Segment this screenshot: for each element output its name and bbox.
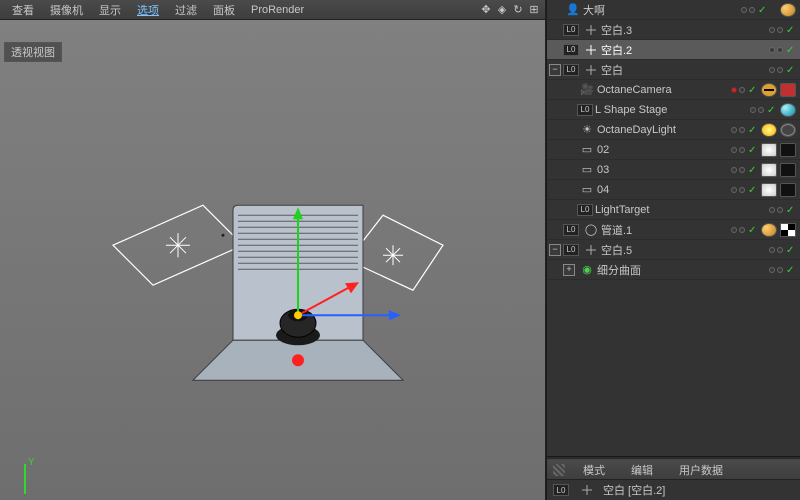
viewport-nav-icons: ✥ ◈ ↻ ⊞ [479,3,541,17]
null-icon [584,63,598,77]
null-icon [584,243,598,257]
tree-row[interactable]: L0 LightTarget ✓ [547,200,800,220]
nav-maximize-icon[interactable]: ⊞ [527,3,541,17]
menu-panel[interactable]: 面板 [205,0,243,20]
tree-row[interactable]: ▭ 02 ✓ [547,140,800,160]
material-tag-icon[interactable] [761,163,777,177]
tree-row[interactable]: − L0 空白.5 ✓ [547,240,800,260]
plane-icon: ▭ [580,143,594,157]
menu-camera[interactable]: 摄像机 [42,0,91,20]
nav-rotate-icon[interactable]: ↻ [511,3,525,17]
attribute-object-row: L0 空白 [空白.2] [547,480,800,500]
octane-camera-tag-icon[interactable] [780,83,796,97]
material-tag-icon[interactable] [761,143,777,157]
tree-row[interactable]: − L0 空白 ✓ [547,60,800,80]
sds-icon: ◉ [580,263,594,277]
protection-tag-icon[interactable] [761,83,777,97]
tree-row[interactable]: ▭ 03 ✓ [547,160,800,180]
attr-userdata[interactable]: 用户数据 [671,460,731,480]
tube-icon: ◯ [584,223,598,237]
material-tag-icon[interactable] [780,103,796,117]
expand-icon[interactable]: + [563,264,575,276]
nav-zoom-icon[interactable]: ◈ [495,3,509,17]
tree-row[interactable]: L0 L Shape Stage ✓ [547,100,800,120]
layer-badge: L0 [577,104,593,116]
layer-badge: L0 [563,244,579,256]
tree-row[interactable]: ☀ OctaneDayLight ✓ [547,120,800,140]
scene-gizmo [83,135,463,395]
axis-indicator: Y [6,454,46,494]
menu-filter[interactable]: 过滤 [167,0,205,20]
menu-options[interactable]: 选项 [129,0,167,20]
tree-row-selected[interactable]: L0 空白.2 ✓ [547,40,800,60]
viewport-label: 透视视图 [4,42,62,62]
viewport-pane: 查看 摄像机 显示 选项 过滤 面板 ProRender ✥ ◈ ↻ ⊞ 透视视… [0,0,546,500]
attr-edit[interactable]: 编辑 [623,460,661,480]
object-manager-panel: 👤 大啊 ✓ L0 空白.3 ✓ L0 空白.2 ✓ − L0 空白 ✓ [546,0,800,500]
tag-icon[interactable] [780,143,796,157]
layer-badge: L0 [563,44,579,56]
material-tag-icon[interactable] [761,223,777,237]
material-tag-icon[interactable] [780,3,796,17]
grip-icon[interactable] [553,464,565,476]
viewport-menu-bar: 查看 摄像机 显示 选项 过滤 面板 ProRender ✥ ◈ ↻ ⊞ [0,0,545,20]
tag-icon[interactable] [780,163,796,177]
tree-row[interactable]: L0 空白.3 ✓ [547,20,800,40]
camera-icon: 🎥 [580,83,594,97]
viewport-3d[interactable]: 透视视图 [0,20,545,500]
null-icon [584,23,598,37]
gear-tag-icon[interactable] [780,123,796,137]
tree-row[interactable]: L0 ◯ 管道.1 ✓ [547,220,800,240]
material-tag-icon[interactable] [761,183,777,197]
menu-view[interactable]: 查看 [4,0,42,20]
layer-badge: L0 [563,24,579,36]
collapse-icon[interactable]: − [549,244,561,256]
menu-renderer[interactable]: ProRender [243,2,312,18]
tag-icon[interactable] [780,183,796,197]
attribute-menu-bar: 模式 编辑 用户数据 [547,460,800,480]
attr-mode[interactable]: 模式 [575,460,613,480]
null-icon [580,483,594,497]
null-icon [584,43,598,57]
layer-badge: L0 [563,64,579,76]
tree-row[interactable]: ▭ 04 ✓ [547,180,800,200]
layer-badge: L0 [553,484,569,496]
plane-icon: ▭ [580,183,594,197]
menu-display[interactable]: 显示 [91,0,129,20]
object-tree[interactable]: 👤 大啊 ✓ L0 空白.3 ✓ L0 空白.2 ✓ − L0 空白 ✓ [547,0,800,456]
attribute-object-label: 空白 [空白.2] [603,482,665,498]
collapse-icon[interactable]: − [549,64,561,76]
tree-row[interactable]: + ◉ 细分曲面 ✓ [547,260,800,280]
nav-move-icon[interactable]: ✥ [479,3,493,17]
tree-row[interactable]: 🎥 OctaneCamera ✓ [547,80,800,100]
layer-badge: L0 [563,224,579,236]
person-icon: 👤 [566,3,580,17]
plane-icon: ▭ [580,163,594,177]
uvw-tag-icon[interactable] [780,223,796,237]
tree-row[interactable]: 👤 大啊 ✓ [547,0,800,20]
sun-tag-icon[interactable] [761,123,777,137]
light-icon: ☀ [580,123,594,137]
layer-badge: L0 [577,204,593,216]
